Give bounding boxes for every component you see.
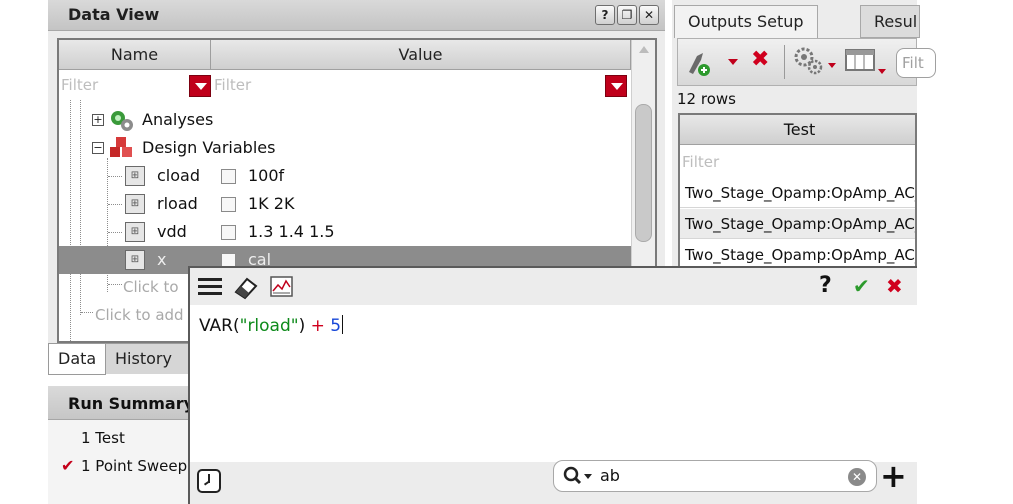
search-icon[interactable]	[563, 466, 593, 488]
run-summary-title: Run Summary	[68, 394, 195, 413]
variable-row-cload[interactable]: ⊞ cload 100f	[59, 162, 631, 190]
outputs-table: Test Filter Two_Stage_Opamp:OpAmp_AC_top…	[678, 113, 917, 268]
run-summary-panel: Run Summary 1 Test ✔ 1 Point Sweep	[48, 386, 194, 504]
expand-icon[interactable]: +	[92, 114, 104, 126]
variable-row-vdd[interactable]: ⊞ vdd 1.3 1.4 1.5	[59, 218, 631, 246]
analyses-gear-icon	[111, 111, 133, 131]
tree-scrollbar-thumb[interactable]	[635, 104, 652, 242]
settings-dropdown-icon[interactable]	[828, 63, 836, 68]
design-variables-cubes-icon	[110, 137, 132, 157]
column-header-test[interactable]: Test	[680, 115, 915, 145]
tab-history[interactable]: History	[106, 344, 181, 375]
variable-row-rload[interactable]: ⊞ rload 1K 2K	[59, 190, 631, 218]
column-header-value[interactable]: Value	[211, 40, 631, 70]
data-view-header: Data View ? ❐ ✕	[48, 0, 665, 31]
clear-search-icon[interactable]: ✕	[848, 468, 866, 486]
history-clock-icon[interactable]	[197, 469, 221, 493]
data-view-title: Data View	[68, 5, 160, 24]
tree-node-design-variables[interactable]: − Design Variables	[59, 134, 631, 162]
columns-dropdown-icon[interactable]	[878, 69, 886, 74]
column-header-name[interactable]: Name	[59, 40, 211, 70]
add-output-icon[interactable]	[683, 48, 713, 78]
editor-toolbar: ? ✔ ✖	[190, 268, 917, 305]
cancel-close-icon[interactable]: ✖	[886, 274, 903, 298]
run-summary-header: Run Summary	[48, 386, 194, 420]
chart-icon[interactable]	[270, 276, 294, 298]
add-icon[interactable]: +	[880, 460, 907, 492]
outputs-setup-panel: Outputs Setup Resul ✖ Filt 12 rows Test …	[672, 0, 936, 268]
collapse-icon[interactable]: −	[92, 142, 104, 154]
help-button[interactable]: ?	[595, 5, 615, 25]
row-count: 12 rows	[677, 90, 736, 108]
tab-outputs-setup[interactable]: Outputs Setup	[674, 5, 818, 38]
outputs-toolbar: ✖ Filt	[677, 38, 936, 86]
accept-check-icon[interactable]: ✔	[853, 274, 870, 298]
toolbar-divider	[784, 45, 785, 79]
run-summary-tests: 1 Test	[81, 429, 125, 447]
outputs-filter-input[interactable]: Filt	[896, 48, 936, 78]
tab-data[interactable]: Data	[48, 344, 107, 375]
menu-icon[interactable]	[198, 278, 222, 295]
text-caret	[342, 315, 344, 334]
tab-results[interactable]: Resul	[860, 5, 920, 38]
scroll-up-icon[interactable]	[639, 46, 649, 53]
add-output-dropdown-icon[interactable]	[728, 59, 738, 65]
test-filter-input[interactable]: Filter	[680, 146, 915, 178]
delete-output-icon[interactable]: ✖	[751, 47, 769, 72]
table-row[interactable]: Two_Stage_Opamp:OpAmp_AC_top:1	[680, 209, 915, 239]
search-value: ab	[600, 466, 620, 485]
function-search-input[interactable]: ab ✕	[553, 460, 877, 492]
tree-node-analyses[interactable]: + Analyses	[59, 106, 631, 134]
variable-checkbox[interactable]	[221, 197, 236, 212]
expression-text[interactable]: VAR("rload") + 5	[199, 315, 344, 336]
value-filter-dropdown-icon[interactable]	[605, 75, 627, 97]
variable-icon: ⊞	[125, 250, 145, 270]
table-row[interactable]: Two_Stage_Opamp:OpAmp_AC_top:1	[680, 240, 915, 266]
expression-input[interactable]: VAR("rload") + 5	[190, 305, 917, 462]
name-filter-dropdown-icon[interactable]	[189, 75, 211, 97]
data-view-tabs: Data History	[48, 343, 190, 375]
eraser-icon[interactable]	[232, 274, 260, 300]
value-filter-input[interactable]: Filter	[212, 71, 631, 99]
run-summary-point-sweep: 1 Point Sweep	[81, 457, 188, 475]
float-button[interactable]: ❐	[617, 5, 637, 25]
table-row[interactable]: Two_Stage_Opamp:OpAmp_AC_top:1	[680, 178, 915, 208]
variable-checkbox[interactable]	[221, 169, 236, 184]
variable-icon: ⊞	[125, 194, 145, 214]
editor-help-button[interactable]: ?	[819, 273, 832, 298]
expression-editor: ? ✔ ✖ VAR("rload") + 5 ab ✕ +	[188, 266, 917, 504]
variable-checkbox[interactable]	[221, 225, 236, 240]
columns-icon[interactable]	[844, 47, 878, 77]
point-sweep-check-icon[interactable]: ✔	[61, 456, 74, 475]
settings-gear-icon[interactable]	[793, 46, 827, 78]
variable-icon: ⊞	[125, 222, 145, 242]
variable-icon: ⊞	[125, 166, 145, 186]
close-button[interactable]: ✕	[639, 5, 659, 25]
